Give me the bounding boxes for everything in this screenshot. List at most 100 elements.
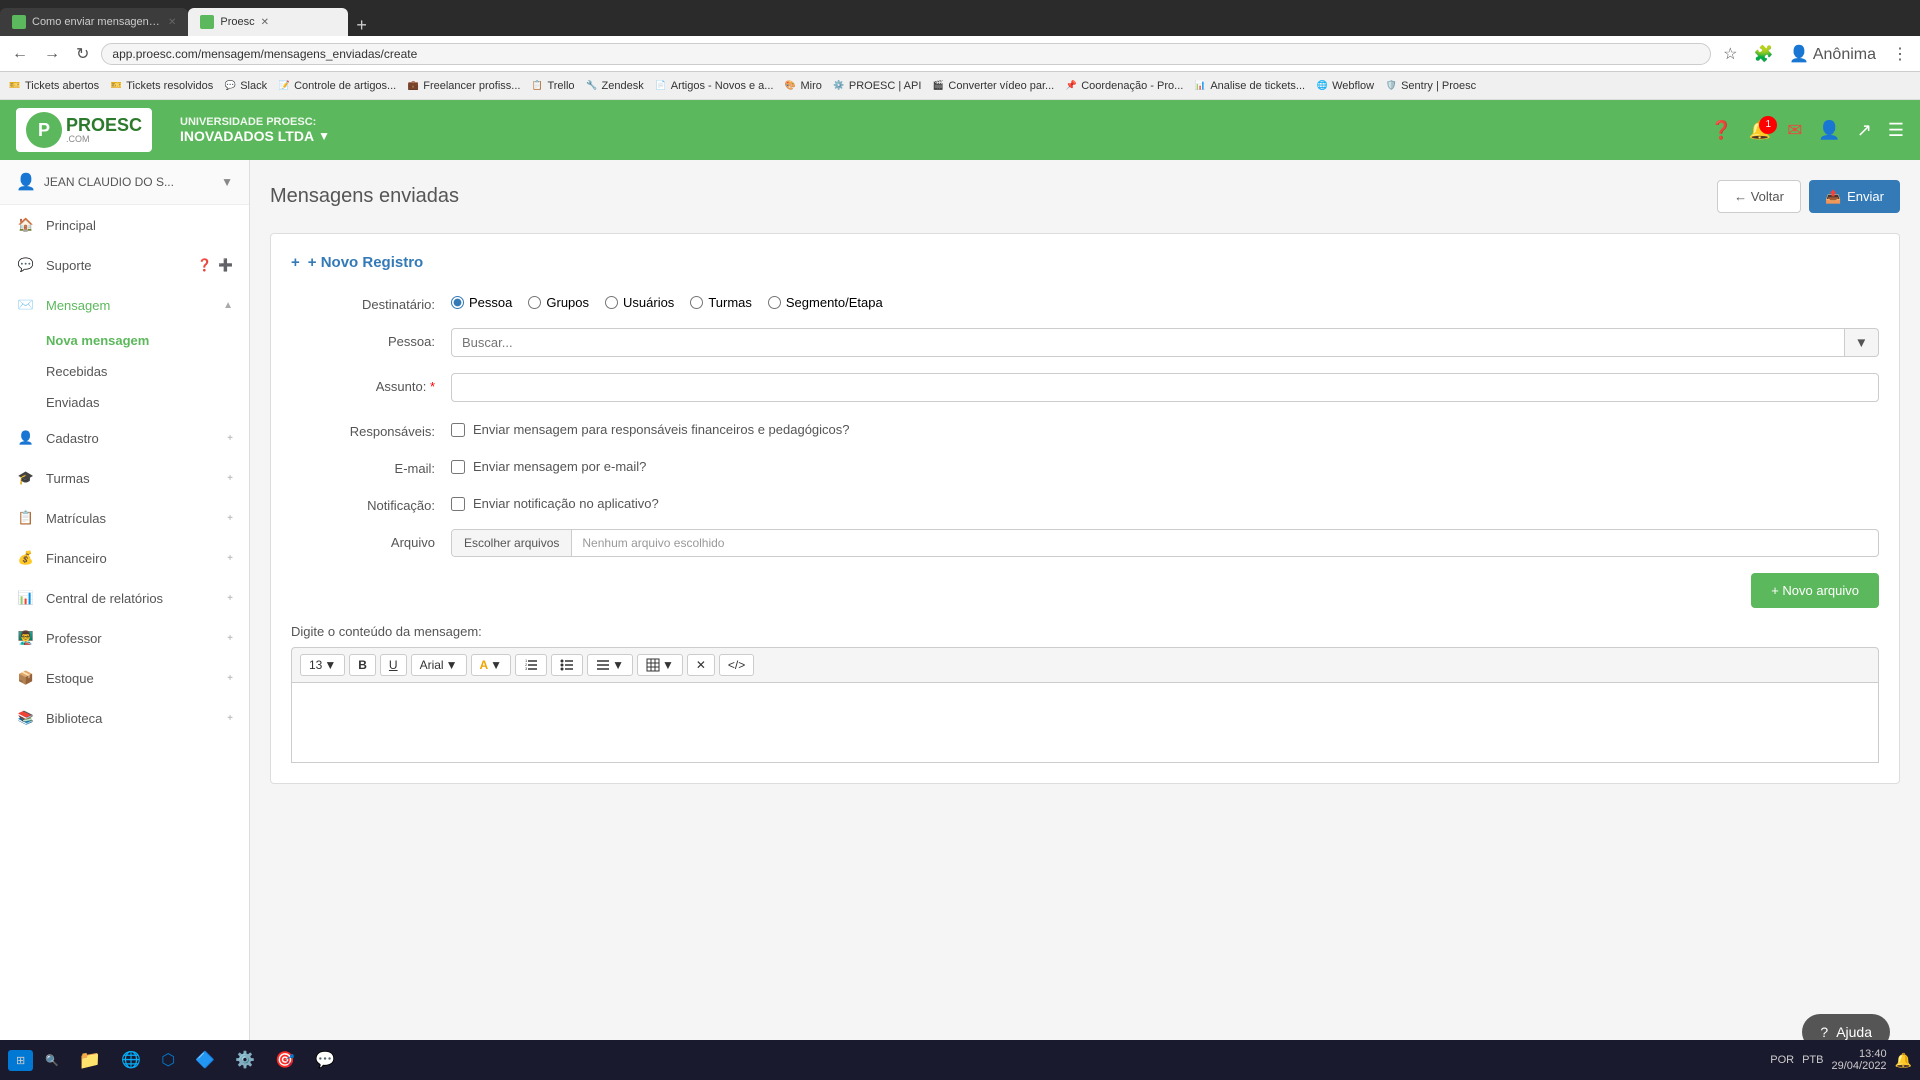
- pessoa-dropdown-btn[interactable]: ▼: [1845, 328, 1879, 357]
- bookmark-artigos[interactable]: 📄 Artigos - Novos e a...: [654, 79, 774, 93]
- start-button[interactable]: ⊞: [8, 1050, 33, 1071]
- radio-pessoa-input[interactable]: [451, 296, 464, 309]
- sidebar-subitem-recebidas[interactable]: Recebidas: [0, 356, 249, 387]
- hamburger-icon[interactable]: ☰: [1888, 120, 1904, 141]
- radio-segmento[interactable]: Segmento/Etapa: [768, 295, 883, 310]
- mail-icon[interactable]: ✉: [1787, 120, 1802, 141]
- sidebar-item-principal[interactable]: 🏠 Principal: [0, 205, 249, 245]
- bookmark-zendesk[interactable]: 🔧 Zendesk: [585, 79, 644, 93]
- bookmark-miro[interactable]: 🎨 Miro: [783, 79, 821, 93]
- help-icon[interactable]: ❓: [1710, 120, 1732, 141]
- url-input[interactable]: app.proesc.com/mensagem/mensagens_enviad…: [101, 43, 1711, 65]
- radio-usuarios-input[interactable]: [605, 296, 618, 309]
- sidebar-item-relatorios[interactable]: 📊 Central de relatórios +: [0, 578, 249, 618]
- file-choose-btn[interactable]: Escolher arquivos: [452, 530, 572, 556]
- sidebar-item-matriculas[interactable]: 📋 Matrículas +: [0, 498, 249, 538]
- bookmark-freelancer[interactable]: 💼 Freelancer profiss...: [406, 79, 520, 93]
- radio-usuarios[interactable]: Usuários: [605, 295, 674, 310]
- toolbar-html-btn[interactable]: </>: [719, 654, 754, 676]
- taskbar-app3[interactable]: 💬: [307, 1046, 343, 1074]
- tab-2-close[interactable]: ✕: [261, 17, 269, 28]
- taskbar-chrome[interactable]: 🌐: [113, 1046, 149, 1074]
- bookmark-btn[interactable]: ☆: [1719, 42, 1741, 66]
- profile-btn[interactable]: 👤 Anônima: [1785, 42, 1880, 66]
- bookmark-tickets-resolvidos[interactable]: 🎫 Tickets resolvidos: [109, 79, 213, 93]
- new-arquivo-btn[interactable]: + Novo arquivo: [1751, 573, 1879, 608]
- radio-grupos[interactable]: Grupos: [528, 295, 589, 310]
- radio-grupos-input[interactable]: [528, 296, 541, 309]
- notification-bell[interactable]: 🔔 1: [1749, 120, 1771, 141]
- menu-btn[interactable]: ⋮: [1888, 42, 1912, 66]
- taskbar-search[interactable]: 🔍: [37, 1050, 67, 1071]
- bookmark-tickets-abertos[interactable]: 🎫 Tickets abertos: [8, 79, 99, 93]
- radio-pessoa[interactable]: Pessoa: [451, 295, 512, 310]
- bookmark-icon: 🛡️: [1384, 79, 1398, 93]
- logo: P PROESC .COM: [26, 112, 142, 148]
- taskbar-app1[interactable]: ⚙️: [227, 1046, 263, 1074]
- toolbar-font-size[interactable]: 13 ▼: [300, 654, 345, 676]
- taskbar-edge[interactable]: 🔷: [187, 1046, 223, 1074]
- sidebar-item-turmas[interactable]: 🎓 Turmas +: [0, 458, 249, 498]
- tab-1[interactable]: Como enviar mensagens pelo P... ✕: [0, 8, 188, 36]
- taskbar-file-explorer[interactable]: 📁: [71, 1046, 109, 1075]
- editor-area[interactable]: [291, 683, 1879, 763]
- sidebar-item-biblioteca[interactable]: 📚 Biblioteca +: [0, 698, 249, 738]
- toolbar-ordered-list[interactable]: 1 2 3: [515, 654, 547, 676]
- taskbar-vscode[interactable]: ⬡: [153, 1046, 183, 1074]
- email-checkbox[interactable]: [451, 460, 465, 474]
- forward-nav-btn[interactable]: →: [40, 43, 64, 65]
- browser-chrome: Como enviar mensagens pelo P... ✕ Proesc…: [0, 0, 1920, 100]
- radio-turmas-input[interactable]: [690, 296, 703, 309]
- bookmark-sentry[interactable]: 🛡️ Sentry | Proesc: [1384, 79, 1476, 93]
- toolbar-clear-btn[interactable]: ✕: [687, 654, 715, 676]
- bookmark-webflow[interactable]: 🌐 Webflow: [1315, 79, 1374, 93]
- sidebar-subitem-enviadas[interactable]: Enviadas: [0, 387, 249, 418]
- new-tab-btn[interactable]: +: [348, 15, 375, 36]
- bookmark-converter[interactable]: 🎬 Converter vídeo par...: [931, 79, 1054, 93]
- sidebar-item-estoque[interactable]: 📦 Estoque +: [0, 658, 249, 698]
- toolbar-unordered-list[interactable]: [551, 654, 583, 676]
- logout-icon[interactable]: ↗: [1857, 120, 1872, 141]
- sidebar-item-suporte[interactable]: 💬 Suporte ❓ ➕: [0, 245, 249, 285]
- toolbar-bold-btn[interactable]: B: [349, 654, 376, 676]
- sidebar-subitem-nova-mensagem[interactable]: Nova mensagem: [0, 325, 249, 356]
- reload-btn[interactable]: ↻: [72, 42, 93, 66]
- taskbar-language: POR: [1770, 1054, 1794, 1066]
- bookmark-analise[interactable]: 📊 Analise de tickets...: [1193, 79, 1305, 93]
- radio-segmento-input[interactable]: [768, 296, 781, 309]
- notificacao-label: Notificação:: [291, 492, 451, 513]
- suporte-help-btn[interactable]: ❓: [197, 258, 212, 272]
- tab-1-close[interactable]: ✕: [168, 17, 176, 28]
- bookmark-coordenacao[interactable]: 📌 Coordenação - Pro...: [1064, 79, 1183, 93]
- pessoa-search-input[interactable]: [451, 328, 1845, 357]
- tab-2[interactable]: Proesc ✕: [188, 8, 348, 36]
- back-nav-btn[interactable]: ←: [8, 43, 32, 65]
- suporte-add-btn[interactable]: ➕: [218, 258, 233, 272]
- sidebar-user[interactable]: 👤 JEAN CLAUDIO DO S... ▼: [0, 160, 249, 205]
- bookmark-slack[interactable]: 💬 Slack: [223, 79, 267, 93]
- bookmark-proesc-api[interactable]: ⚙️ PROESC | API: [832, 79, 922, 93]
- toolbar-font-family[interactable]: Arial ▼: [411, 654, 467, 676]
- extensions-btn[interactable]: 🧩: [1749, 42, 1777, 66]
- toolbar-text-color[interactable]: A ▼: [471, 654, 512, 676]
- sidebar-item-mensagem[interactable]: ✉️ Mensagem ▲: [0, 285, 249, 325]
- form-row-email: E-mail: Enviar mensagem por e-mail?: [291, 455, 1879, 476]
- notificacao-checkbox[interactable]: [451, 497, 465, 511]
- back-button[interactable]: ← Voltar: [1717, 180, 1801, 213]
- assunto-input[interactable]: [451, 373, 1879, 402]
- institution-dropdown-icon[interactable]: ▼: [318, 129, 330, 143]
- sidebar-item-cadastro[interactable]: 👤 Cadastro +: [0, 418, 249, 458]
- bookmark-trello[interactable]: 📋 Trello: [530, 79, 574, 93]
- send-button[interactable]: 📤 Enviar: [1809, 180, 1900, 213]
- user-icon[interactable]: 👤: [1818, 120, 1840, 141]
- sidebar-item-financeiro[interactable]: 💰 Financeiro +: [0, 538, 249, 578]
- bookmark-controle[interactable]: 📝 Controle de artigos...: [277, 79, 396, 93]
- responsaveis-checkbox[interactable]: [451, 423, 465, 437]
- taskbar-app2[interactable]: 🎯: [267, 1046, 303, 1074]
- toolbar-underline-btn[interactable]: U: [380, 654, 407, 676]
- toolbar-align[interactable]: ▼: [587, 654, 633, 676]
- sidebar-item-professor[interactable]: 👨‍🏫 Professor +: [0, 618, 249, 658]
- radio-turmas[interactable]: Turmas: [690, 295, 752, 310]
- taskbar-notification-icon[interactable]: 🔔: [1895, 1052, 1912, 1069]
- toolbar-table[interactable]: ▼: [637, 654, 683, 676]
